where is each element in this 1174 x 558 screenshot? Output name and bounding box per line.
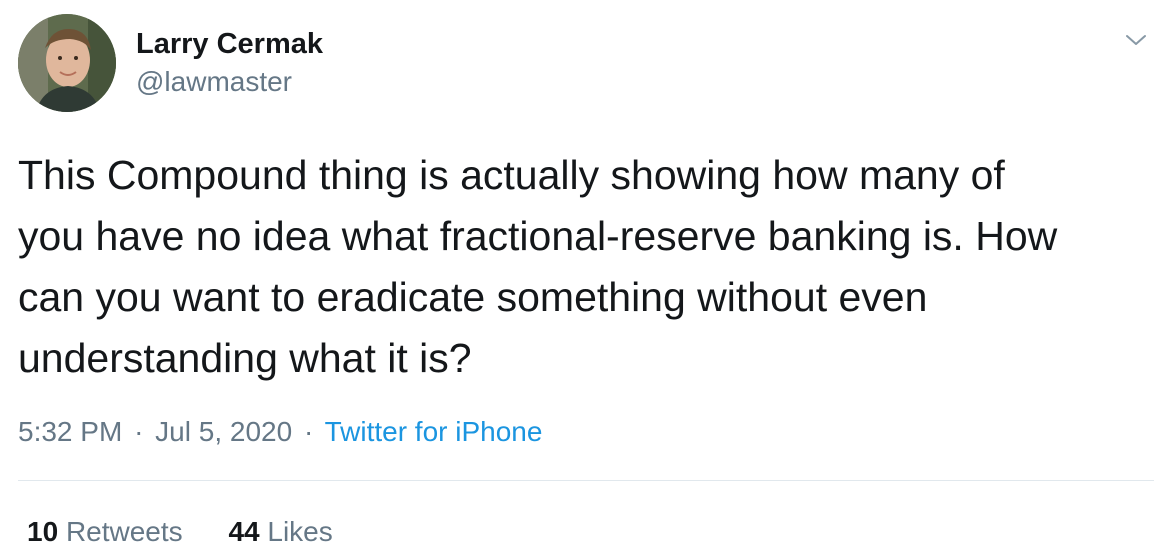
avatar-photo [18, 14, 116, 112]
tweet-date[interactable]: Jul 5, 2020 [155, 416, 292, 447]
tweet-meta: 5:32 PM · Jul 5, 2020 · Twitter for iPho… [18, 412, 542, 452]
more-options-button[interactable] [1120, 24, 1152, 56]
tweet-text-line: understanding what it is? [18, 335, 472, 381]
likes-stat[interactable]: 44 Likes [228, 512, 332, 552]
avatar[interactable] [18, 14, 116, 112]
tweet-time[interactable]: 5:32 PM [18, 416, 122, 447]
tweet-text-line: This Compound thing is actually showing … [18, 152, 1005, 198]
author-handle[interactable]: @lawmaster [136, 64, 292, 100]
likes-label: Likes [267, 516, 333, 547]
meta-separator: · [134, 416, 144, 447]
meta-separator: · [303, 416, 314, 447]
retweets-count: 10 [27, 516, 59, 547]
author-name[interactable]: Larry Cermak [136, 26, 323, 62]
divider [18, 480, 1154, 481]
tweet-text: This Compound thing is actually showing … [18, 145, 1168, 389]
retweets-stat[interactable]: 10 Retweets [27, 512, 183, 552]
retweets-label: Retweets [65, 516, 183, 547]
chevron-down-icon [1126, 35, 1146, 45]
tweet-card: Larry Cermak @lawmaster This Compound th… [0, 0, 1174, 558]
tweet-stats: 10 Retweets 44 Likes [27, 512, 371, 552]
tweet-text-line: you have no idea what fractional-reserve… [18, 213, 1058, 259]
tweet-source-link[interactable]: Twitter for iPhone [325, 416, 543, 447]
likes-count: 44 [228, 516, 260, 547]
tweet-text-line: can you want to eradicate something with… [18, 274, 928, 320]
